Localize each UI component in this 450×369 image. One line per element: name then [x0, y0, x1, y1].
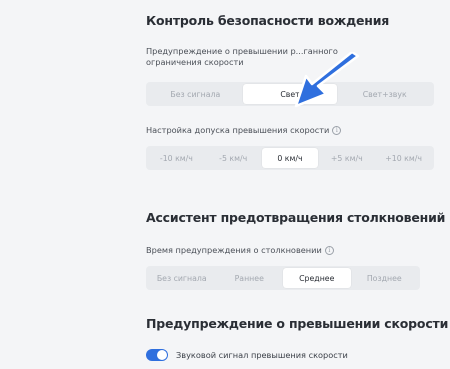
section-title-speed-warning: Предупреждение о превышении скорости — [146, 316, 449, 331]
option-late[interactable]: Позднее — [351, 268, 419, 288]
option-early[interactable]: Раннее — [216, 268, 284, 288]
toggle-knob — [157, 350, 167, 360]
tolerance-selector: -10 км/ч -5 км/ч 0 км/ч +5 км/ч +10 км/ч — [146, 146, 434, 170]
arrow-pointer-icon — [294, 52, 360, 108]
option-no-signal[interactable]: Без сигнала — [148, 84, 243, 104]
settings-panel: Контроль безопасности вождения Предупреж… — [134, 0, 448, 369]
option-no-signal[interactable]: Без сигнала — [148, 268, 216, 288]
option-zero[interactable]: 0 км/ч — [261, 148, 319, 168]
sound-toggle-label: Звуковой сигнал превышения скорости — [176, 350, 348, 360]
option-plus-10[interactable]: +10 км/ч — [375, 148, 432, 168]
section-title-collision-assist: Ассистент предотвращения столкновений — [146, 210, 446, 225]
collision-time-label-row: Время предупреждения о столкновении i — [146, 245, 334, 256]
option-minus-10[interactable]: -10 км/ч — [148, 148, 205, 168]
info-icon[interactable]: i — [332, 126, 342, 135]
section-title-driving-safety: Контроль безопасности вождения — [146, 13, 390, 28]
option-plus-5[interactable]: +5 км/ч — [318, 148, 375, 168]
collision-time-selector: Без сигнала Раннее Среднее Позднее — [146, 266, 420, 290]
option-minus-5[interactable]: -5 км/ч — [205, 148, 262, 168]
option-medium[interactable]: Среднее — [283, 268, 351, 288]
sound-toggle-row: Звуковой сигнал превышения скорости — [146, 349, 348, 361]
info-icon[interactable]: i — [324, 246, 334, 255]
tolerance-label: Настройка допуска превышения скорости — [146, 125, 330, 135]
collision-time-label: Время предупреждения о столкновении — [146, 245, 322, 255]
sound-toggle[interactable] — [146, 349, 168, 361]
tolerance-label-row: Настройка допуска превышения скорости i — [146, 125, 342, 136]
